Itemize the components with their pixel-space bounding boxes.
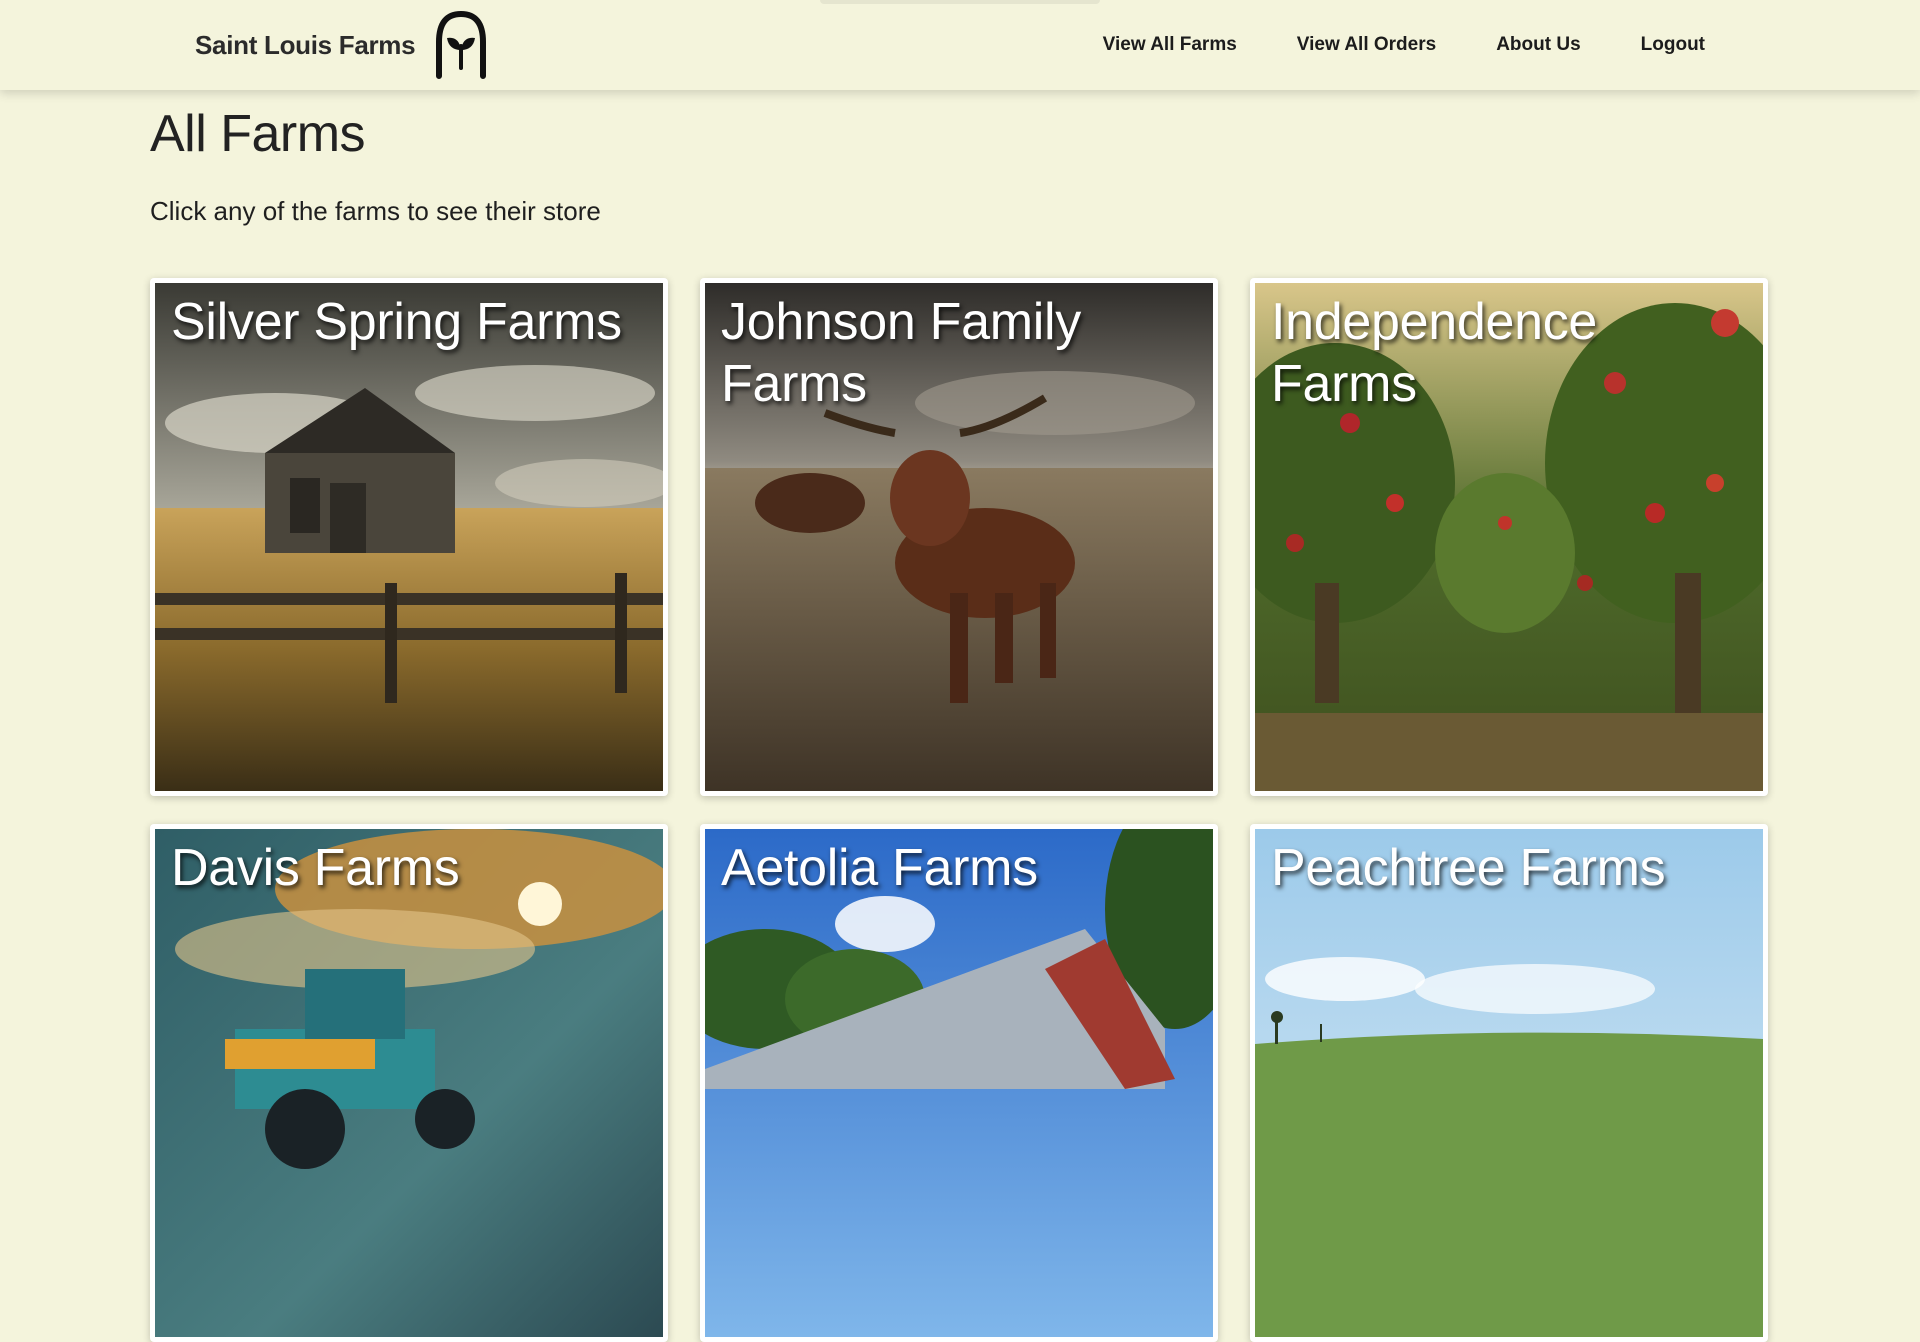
farm-image[interactable]: Peachtree Farms [1255,829,1763,1337]
farm-card-peachtree[interactable]: Peachtree Farms [1250,824,1768,1342]
nav-links: View All Farms View All Orders About Us … [1103,0,1705,90]
farm-card-davis[interactable]: Davis Farms [150,824,668,1342]
main-content: All Farms Click any of the farms to see … [150,90,1770,1342]
farm-name[interactable]: Davis Farms [171,837,647,899]
nav-view-all-orders[interactable]: View All Orders [1297,34,1436,56]
page-subtitle: Click any of the farms to see their stor… [150,196,601,226]
top-navbar: Saint Louis Farms View All Farms View Al… [0,0,1920,90]
nav-logout[interactable]: Logout [1641,34,1705,56]
brand[interactable]: Saint Louis Farms [195,0,489,90]
barn-with-fence-image [155,283,663,791]
farm-image[interactable]: Davis Farms [155,829,663,1337]
farm-image[interactable]: Aetolia Farms [705,829,1213,1337]
farm-name[interactable]: Silver Spring Farms [171,291,647,353]
farm-card-silver-spring[interactable]: Silver Spring Farms [150,278,668,796]
nav-indicator [820,0,1100,4]
farm-grid: Silver Spring Farms Johnson Family Farms… [150,278,1770,1342]
farm-name[interactable]: Peachtree Farms [1271,837,1747,899]
farm-name[interactable]: Aetolia Farms [721,837,1197,899]
red-barn-blue-sky-image [705,829,1213,1337]
farm-image[interactable]: Silver Spring Farms [155,283,663,791]
farm-image[interactable]: Johnson Family Farms [705,283,1213,791]
nav-view-all-farms[interactable]: View All Farms [1103,34,1237,56]
green-hills-sky-image [1255,829,1763,1337]
farm-card-johnson-family[interactable]: Johnson Family Farms [700,278,1218,796]
farm-name[interactable]: Johnson Family Farms [721,291,1197,415]
brand-name[interactable]: Saint Louis Farms [195,30,416,61]
page-title: All Farms [150,105,366,163]
farm-card-independence[interactable]: Independence Farms [1250,278,1768,796]
tractor-under-sun-image [155,829,663,1337]
farm-card-aetolia[interactable]: Aetolia Farms [700,824,1218,1342]
nav-about-us[interactable]: About Us [1496,34,1580,56]
farm-image[interactable]: Independence Farms [1255,283,1763,791]
farm-name[interactable]: Independence Farms [1271,291,1747,415]
sprout-arch-logo-icon[interactable] [433,10,489,80]
